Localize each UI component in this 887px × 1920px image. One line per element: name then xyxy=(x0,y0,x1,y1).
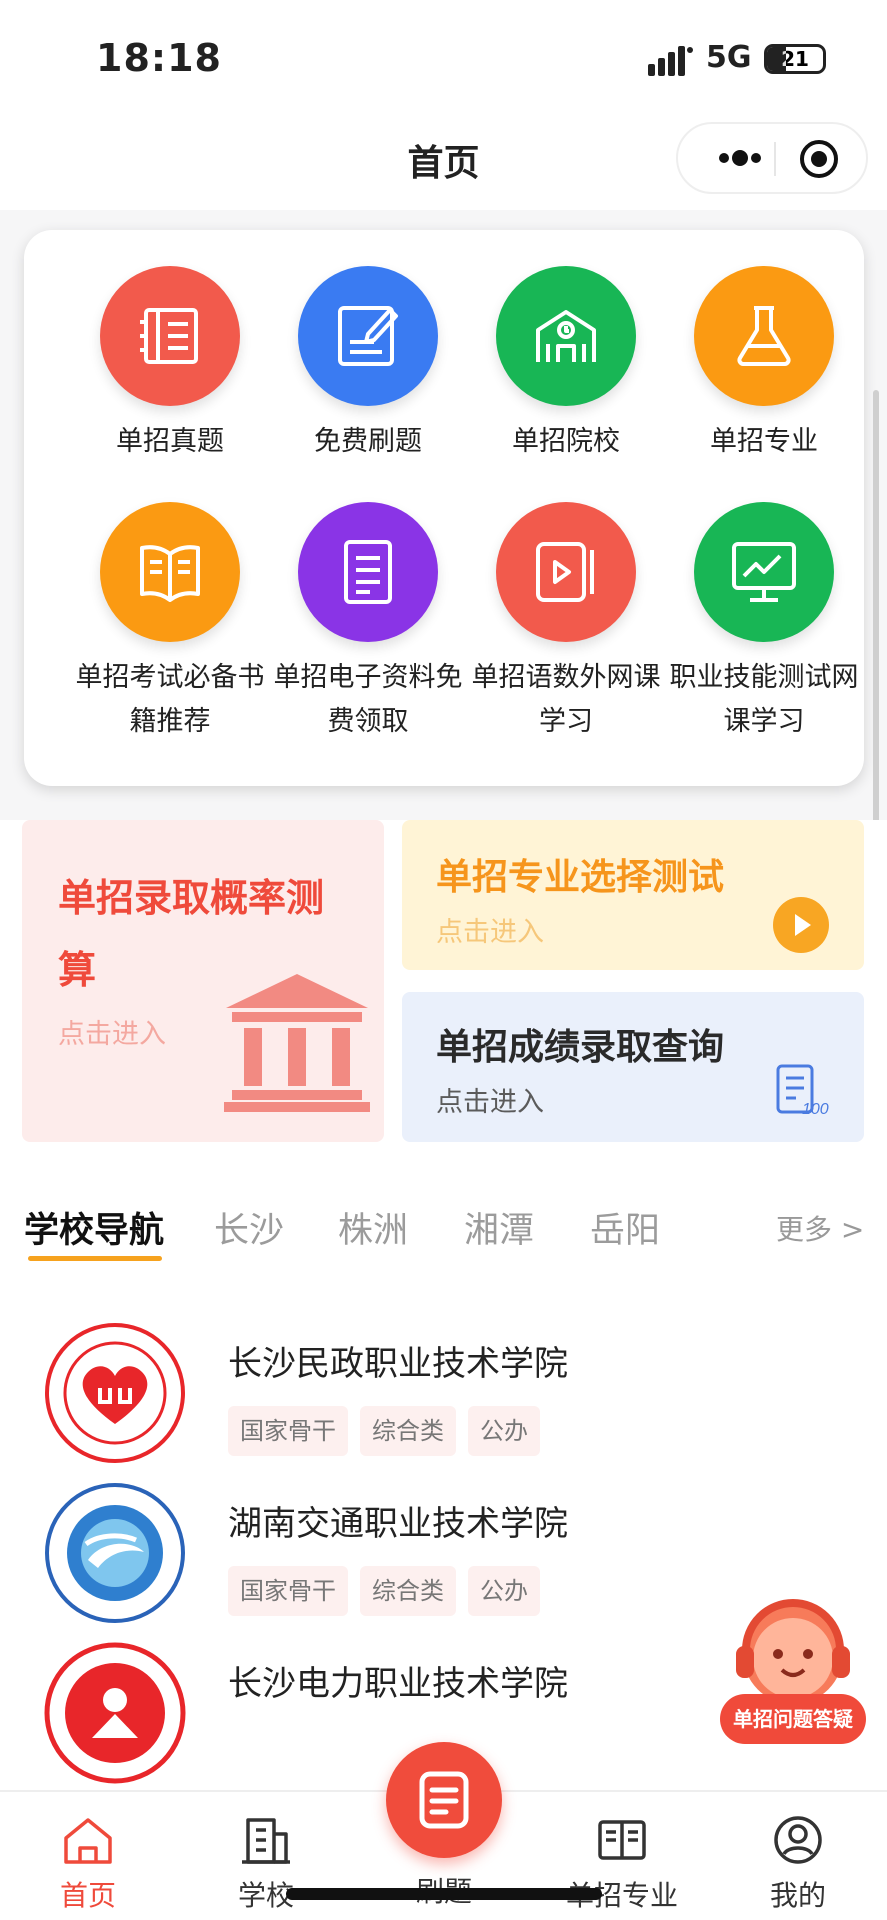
admission-probability-card[interactable]: 单招录取概率测算 点击进入 xyxy=(22,820,384,1142)
grid-label: 单招真题 xyxy=(116,426,224,457)
tab-zhuzhou[interactable]: 株洲 xyxy=(338,1202,408,1253)
flask-icon xyxy=(694,266,834,406)
more-link[interactable]: 更多 > xyxy=(776,1208,864,1248)
grid-label: 职业技能测试网课学习 xyxy=(669,662,859,737)
grid-label: 单招考试必备书籍推荐 xyxy=(75,662,265,737)
card-subtitle: 点击进入 xyxy=(436,1087,544,1118)
promo-section: 单招录取概率测算 点击进入 单招专业选择测试 点击进入 单招成绩录取查询 点击进… xyxy=(0,820,887,1164)
battery-level: 21 xyxy=(781,47,809,71)
school-name: 湖南交通职业技术学院 xyxy=(228,1504,568,1544)
tab-xiangtan[interactable]: 湘潭 xyxy=(464,1202,534,1253)
close-mini-program-icon[interactable] xyxy=(798,138,840,180)
edit-note-icon xyxy=(298,266,438,406)
more-icon[interactable] xyxy=(700,124,780,192)
school-name: 长沙电力职业技术学院 xyxy=(228,1664,568,1704)
tab-label: 首页 xyxy=(59,1879,116,1912)
grid-item-online-courses[interactable]: 单招语数外网课学习 xyxy=(466,502,666,744)
grid-item-majors[interactable]: 单招专业 xyxy=(664,266,864,464)
tab-mine[interactable]: 我的 xyxy=(718,1792,878,1914)
home-indicator xyxy=(286,1888,602,1900)
battery-icon: 21 xyxy=(764,44,826,74)
tab-school-nav[interactable]: 学校导航 xyxy=(24,1202,164,1253)
grid-item-books[interactable]: 单招考试必备书籍推荐 xyxy=(70,502,270,744)
exercise-icon xyxy=(419,1771,469,1829)
college-logo xyxy=(44,1642,186,1784)
grid-label: 免费刷题 xyxy=(314,426,422,457)
score-query-card[interactable]: 单招成绩录取查询 点击进入 100 xyxy=(402,992,864,1142)
grid-item-materials[interactable]: 单招电子资料免费领取 xyxy=(268,502,468,744)
svg-text:100: 100 xyxy=(802,1101,829,1118)
feature-grid: 单招真题 免费刷题 单招院校 单招专业 单招考试必备书籍推荐 单招电子资料免费领… xyxy=(24,230,864,786)
book-stack-icon xyxy=(100,266,240,406)
tab-changsha[interactable]: 长沙 xyxy=(214,1202,284,1253)
nav-bar: 首页 xyxy=(0,110,887,210)
document-icon xyxy=(298,502,438,642)
school-nav-tabs: 学校导航 长沙 株洲 湘潭 岳阳 更多 > xyxy=(0,1164,887,1280)
grid-label: 单招电子资料免费领取 xyxy=(273,662,463,737)
tab-label: 我的 xyxy=(769,1879,826,1912)
bank-icon xyxy=(224,974,370,1112)
school-name: 长沙民政职业技术学院 xyxy=(228,1344,568,1384)
home-icon xyxy=(64,1818,112,1864)
grid-label: 单招专业 xyxy=(710,426,818,457)
network-type: 5G xyxy=(706,40,752,75)
tab-home[interactable]: 首页 xyxy=(8,1792,168,1914)
signal-icon xyxy=(648,46,693,76)
user-icon xyxy=(774,1816,822,1864)
grid-label: 单招院校 xyxy=(512,426,620,457)
video-icon xyxy=(496,502,636,642)
tab-yueyang[interactable]: 岳阳 xyxy=(590,1202,660,1253)
grid-item-free-practice[interactable]: 免费刷题 xyxy=(268,266,468,464)
open-book-icon xyxy=(100,502,240,642)
exercise-fab-button[interactable] xyxy=(386,1742,502,1858)
card-title: 单招成绩录取查询 xyxy=(436,1027,725,1068)
assistant-label: 单招问题答疑 xyxy=(720,1694,866,1744)
status-bar: 18:18 5G 21 xyxy=(0,0,887,110)
play-icon xyxy=(773,897,829,953)
grid-item-skills-test[interactable]: 职业技能测试网课学习 xyxy=(664,502,864,744)
score-sheet-icon: 100 xyxy=(776,1064,829,1118)
school-building-icon xyxy=(496,266,636,406)
active-tab-indicator xyxy=(28,1256,162,1261)
monitor-chart-icon xyxy=(694,502,834,642)
major-selection-test-card[interactable]: 单招专业选择测试 点击进入 xyxy=(402,820,864,970)
qa-assistant-button[interactable]: 单招问题答疑 xyxy=(718,1590,868,1750)
card-subtitle: 点击进入 xyxy=(436,917,544,948)
grid-label: 单招语数外网课学习 xyxy=(471,662,661,737)
grid-item-past-exams[interactable]: 单招真题 xyxy=(70,266,270,464)
mini-program-capsule xyxy=(676,122,868,194)
status-time: 18:18 xyxy=(96,36,222,80)
building-icon xyxy=(242,1818,290,1864)
grid-item-colleges[interactable]: 单招院校 xyxy=(466,266,666,464)
card-subtitle: 点击进入 xyxy=(58,1019,166,1050)
card-title: 单招专业选择测试 xyxy=(436,857,725,898)
open-book-icon xyxy=(598,1820,646,1860)
